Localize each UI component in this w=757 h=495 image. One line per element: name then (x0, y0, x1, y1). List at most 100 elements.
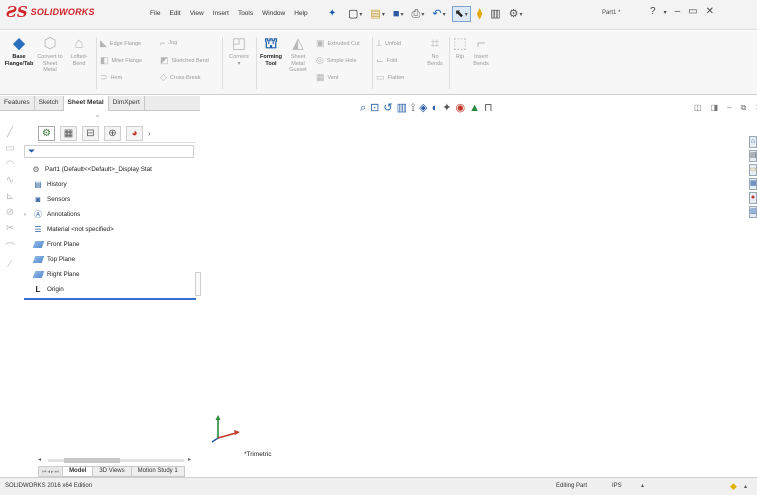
tab-dimxpert[interactable]: DimXpert (109, 96, 145, 111)
minimize-icon[interactable]: – (675, 6, 681, 20)
tab-model[interactable]: Model (63, 466, 94, 477)
lofted-bend-button[interactable]: ⌂ Lofted-Bend (66, 35, 92, 67)
tree-item-right-plane[interactable]: Right Plane (22, 267, 197, 282)
offset-icon[interactable]: ⌒ (3, 239, 17, 254)
tree-item-sensors[interactable]: ◙ Sensors (22, 192, 197, 207)
unfold-button[interactable]: ⟂ Unfold (376, 38, 401, 49)
menu-view[interactable]: View (190, 10, 204, 17)
view-orientation-icon[interactable]: ◈ (419, 102, 427, 114)
view-palette-icon[interactable]: ▦ (749, 178, 757, 190)
corners-button[interactable]: ◰ Corners ▾ (225, 35, 253, 67)
chevron-up-icon[interactable]: ▴ (641, 482, 644, 489)
tab-motion-study[interactable]: Motion Study 1 (131, 466, 185, 477)
vent-button[interactable]: ▦ Vent (316, 72, 339, 83)
panel-resize-handle[interactable] (195, 272, 201, 296)
hide-show-items-icon[interactable]: ✦ (442, 102, 451, 114)
jog-button[interactable]: ⌐ Jog (160, 38, 177, 48)
tree-item-front-plane[interactable]: Front Plane (22, 237, 197, 252)
tree-item-annotations[interactable]: › Ⓐ Annotations (22, 207, 197, 222)
dimension-icon[interactable]: ⊾ (3, 191, 17, 202)
base-flange-button[interactable]: ◆ Base Flange/Tab (5, 35, 34, 67)
miter-flange-button[interactable]: ◧ Miter Flange (100, 55, 142, 66)
rectangle-icon[interactable]: ▭ (3, 143, 17, 154)
cross-break-button[interactable]: ◇ Cross-Break (160, 72, 200, 83)
no-bends-button[interactable]: ⌗ No Bends (424, 35, 446, 67)
dimxpert-manager-tab-icon[interactable]: ⊕ (104, 126, 121, 141)
tile-view-icon[interactable]: ◨ (711, 103, 719, 113)
configuration-manager-tab-icon[interactable]: ⊟ (82, 126, 99, 141)
save-button[interactable]: ■ ▾ (391, 6, 406, 22)
feature-filter[interactable]: ⏷ (24, 145, 194, 158)
undo-button[interactable]: ↶ ▾ (430, 6, 447, 22)
section-view-icon[interactable]: ▥ (397, 102, 407, 114)
trim-icon[interactable]: ✂ (3, 223, 17, 234)
menu-insert[interactable]: Insert (213, 10, 229, 17)
tree-item-part[interactable]: ⚙ Part1 (Default<<Default>_Display Stat (22, 162, 197, 177)
restore-icon[interactable]: ▭ (688, 6, 697, 20)
unit-system-label[interactable]: IPS (612, 483, 622, 489)
construction-icon[interactable]: ⁄ (3, 259, 17, 270)
display-style-icon[interactable]: ◐ (432, 102, 439, 114)
collapse-chevron-icon[interactable]: ≈ (96, 114, 99, 120)
split-view-icon[interactable]: ◫ (694, 103, 702, 113)
tab-sheet-metal[interactable]: Sheet Metal (63, 96, 109, 111)
solidworks-logo[interactable]: ƧS SOLIDWORKS (6, 5, 95, 20)
custom-properties-icon[interactable]: ▥ (749, 206, 757, 218)
rebuild-button[interactable]: ⧫ (475, 6, 484, 22)
simple-hole-button[interactable]: ◎ Simple Hole (316, 55, 357, 66)
display-manager-tab-icon[interactable]: ◕ (126, 126, 143, 141)
restore-icon[interactable]: ⧉ (741, 103, 747, 113)
appearances-icon[interactable]: ● (749, 192, 757, 204)
prev-tab-icon[interactable]: ◂ (48, 469, 51, 475)
convert-to-sheet-metal-button[interactable]: ⬡ Convert to Sheet Metal (37, 35, 63, 74)
next-tab-icon[interactable]: ▸ (51, 469, 54, 475)
file-properties-button[interactable]: ▥ (488, 6, 502, 22)
apply-scene-icon[interactable]: ▲ (469, 102, 480, 114)
rip-button[interactable]: ⬚ Rip (452, 35, 468, 61)
edge-flange-button[interactable]: ◣ Edge Flange (100, 38, 141, 49)
tab-sketch[interactable]: Sketch (35, 96, 64, 111)
tree-rollback-bar[interactable] (24, 298, 196, 300)
rebuild-status-icon[interactable]: ◆ (730, 481, 737, 492)
tab-features[interactable]: Features (0, 96, 35, 111)
mirror-icon[interactable]: ⊘ (3, 207, 17, 218)
sheet-metal-gusset-button[interactable]: ◭ Sheet Metal Gusset (286, 35, 310, 74)
options-button[interactable]: ⚙ ▾ (507, 6, 525, 22)
menu-tools[interactable]: Tools (238, 10, 253, 17)
menu-file[interactable]: File (150, 10, 160, 17)
scroll-thumb[interactable] (64, 458, 120, 463)
close-icon[interactable]: ✕ (706, 6, 714, 20)
minimize-icon[interactable]: – (727, 103, 731, 113)
home-icon[interactable]: ⌂ (749, 136, 757, 148)
help-button[interactable]: ? (650, 6, 656, 20)
arc-icon[interactable]: ◠ (3, 159, 17, 170)
chevron-down-icon[interactable]: ▾ (664, 6, 667, 20)
tree-item-origin[interactable]: L Origin (22, 282, 197, 297)
tree-item-material[interactable]: ☰ Material <not specified> (22, 222, 197, 237)
new-document-button[interactable]: ▢ ▾ (346, 6, 364, 22)
insert-bends-button[interactable]: ⌐ Insert Bends (470, 35, 492, 67)
scroll-right-icon[interactable]: ▸ (188, 456, 191, 463)
feature-manager-tab-icon[interactable]: ⚙ (38, 126, 55, 141)
first-tab-icon[interactable]: ⏮ (42, 469, 47, 475)
chevron-up-icon[interactable]: ▴ (744, 483, 747, 490)
zoom-to-fit-icon[interactable]: ⌕ (360, 102, 366, 114)
line-icon[interactable]: ╱ (3, 127, 17, 138)
tab-navigation[interactable]: ⏮ ◂ ▸ ⏭ (38, 466, 64, 477)
pin-menu-icon[interactable]: ✦ (328, 8, 336, 19)
property-manager-tab-icon[interactable]: ▦ (60, 126, 77, 141)
file-explorer-icon[interactable]: ▭ (749, 164, 757, 176)
print-button[interactable]: ⎙ ▾ (410, 6, 427, 22)
tree-horizontal-scrollbar[interactable]: ◂ ▸ (38, 456, 195, 465)
tree-item-top-plane[interactable]: Top Plane (22, 252, 197, 267)
hem-button[interactable]: ⊃ Hem (100, 72, 122, 83)
forming-tool-button[interactable]: ⛫ Forming Tool (258, 35, 284, 67)
dynamic-annotation-icon[interactable]: ⟟ (411, 102, 415, 114)
view-settings-icon[interactable]: ⊓ (484, 102, 493, 114)
expand-arrow-icon[interactable]: › (24, 212, 32, 218)
select-button[interactable]: ⬉ ▾ (451, 6, 471, 22)
menu-window[interactable]: Window (262, 10, 285, 17)
fold-button[interactable]: ⌙ Fold (376, 55, 397, 66)
spline-icon[interactable]: ∿ (3, 175, 17, 186)
edit-appearance-icon[interactable]: ◉ (455, 102, 465, 114)
